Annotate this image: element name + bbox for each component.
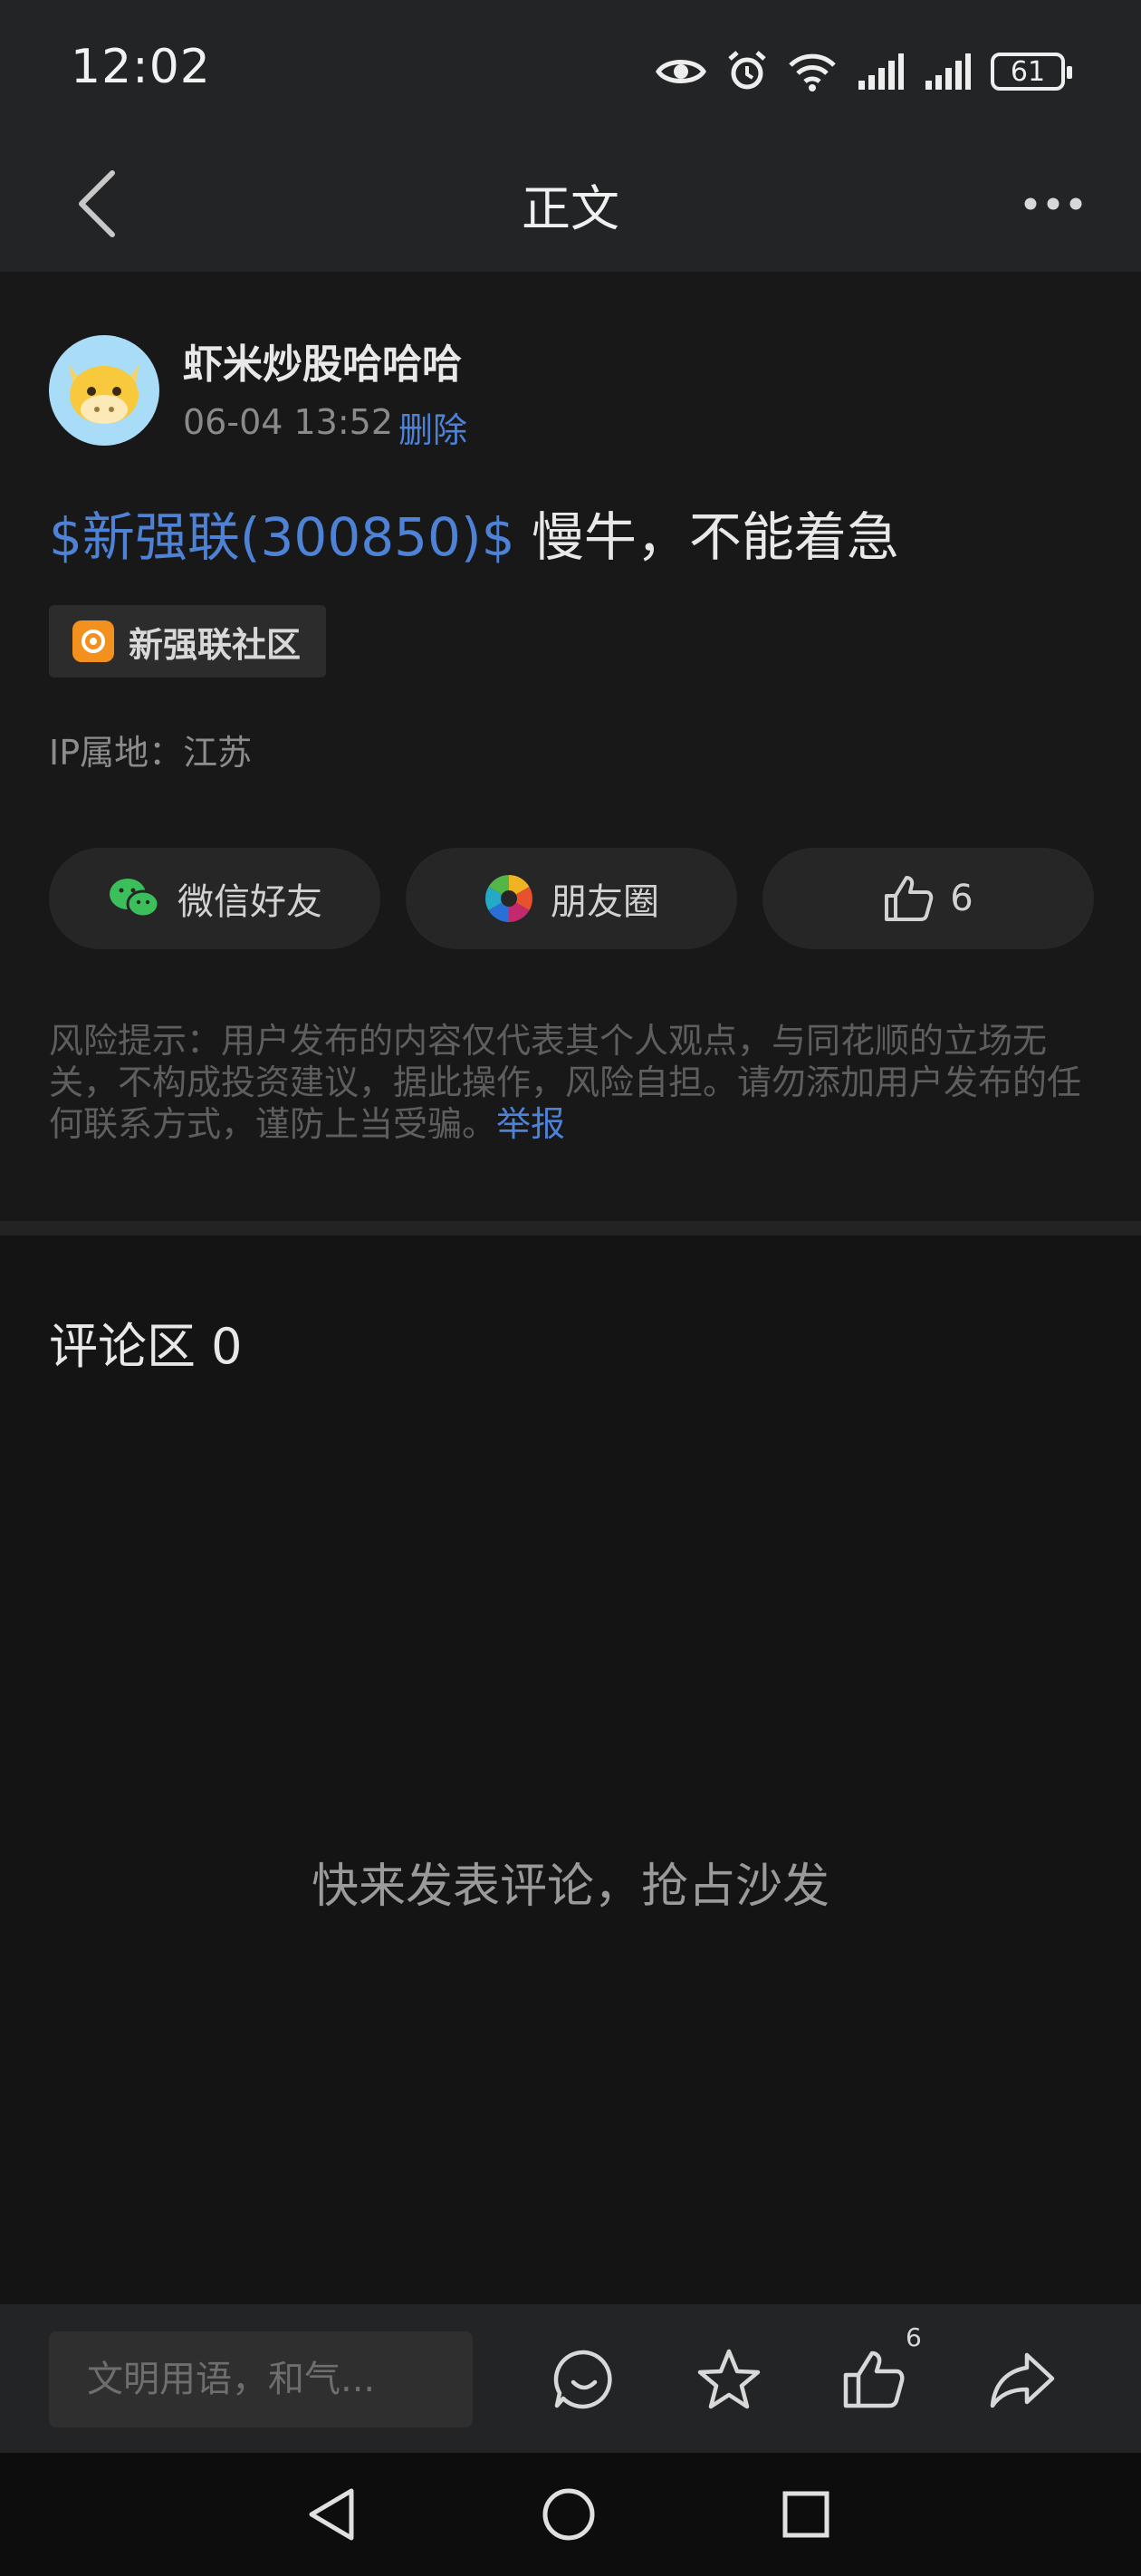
share-moments-label: 朋友圈 [551,881,659,923]
more-icon [1024,197,1082,210]
moments-icon [485,875,532,922]
action-bar: 6 [0,2304,1141,2453]
system-recents-button[interactable] [762,2471,849,2558]
status-icons: 61 [656,47,1072,96]
comments-empty-text: 快来发表评论，抢占沙发 [311,1860,829,1914]
share-button[interactable] [974,2331,1070,2427]
community-tag[interactable]: 新强联社区 [49,605,327,678]
community-icon [72,620,114,662]
cow-avatar-icon [69,364,139,424]
favorite-button[interactable] [681,2331,777,2427]
bottom-like-count: 6 [906,2322,922,2352]
chevron-left-icon [79,170,115,237]
battery-indicator: 61 [991,53,1072,91]
nav-bar: 正文 [0,136,1141,272]
section-divider [0,1221,1141,1235]
system-nav-bar [0,2453,1141,2576]
comment-button[interactable] [536,2331,632,2427]
signal-icon-1 [858,53,904,90]
status-time: 12:02 [71,40,211,94]
like-button[interactable]: 6 [762,848,1094,949]
alarm-icon [728,51,766,90]
star-icon [697,2349,761,2409]
eye-icon [656,60,706,83]
triangle-back-icon [309,2488,354,2541]
delete-button[interactable]: 删除 [398,402,467,452]
wifi-icon [789,53,836,91]
comments-section: 评论区 0 快来发表评论，抢占沙发 [0,1235,1141,2304]
page-title: 正文 [522,180,619,237]
system-back-button[interactable] [288,2471,375,2558]
signal-icon-2 [925,53,971,90]
community-label: 新强联社区 [129,624,302,665]
like-count: 6 [950,878,973,919]
circle-home-icon [542,2488,595,2541]
report-link[interactable]: 举报 [496,1104,565,1144]
post-time: 06-04 13:52 [183,402,394,442]
more-button[interactable] [1011,161,1096,246]
thumbs-up-icon [885,876,934,921]
avatar[interactable] [49,335,159,446]
comment-input[interactable] [49,2331,473,2427]
comments-title: 评论区 0 [49,1318,243,1375]
post-card: 虾米炒股哈哈哈 06-04 13:52 删除 $新强联(300850)$ 慢牛，… [0,272,1141,1221]
author-name[interactable]: 虾米炒股哈哈哈 [183,332,462,389]
back-button[interactable] [54,161,139,246]
risk-notice: 风险提示：用户发布的内容仅代表其个人观点，与同花顺的立场无关，不构成投资建议，据… [49,1020,1099,1145]
wechat-icon [110,879,160,918]
share-wechat-label: 微信好友 [177,881,322,923]
stock-link[interactable]: $新强联(300850)$ [49,506,514,568]
share-wechat-button[interactable]: 微信好友 [49,848,380,949]
share-moments-button[interactable]: 朋友圈 [406,848,737,949]
post-content: $新强联(300850)$ 慢牛，不能着急 [49,495,899,571]
post-text: 慢牛，不能着急 [514,506,899,568]
square-recents-icon [782,2491,829,2538]
system-home-button[interactable] [525,2471,612,2558]
status-bar: 12:02 61 [0,0,1141,136]
share-icon [990,2352,1055,2408]
comment-icon [553,2350,612,2409]
ip-location: IP属地：江苏 [49,733,253,773]
thumbs-up-icon [843,2350,905,2408]
